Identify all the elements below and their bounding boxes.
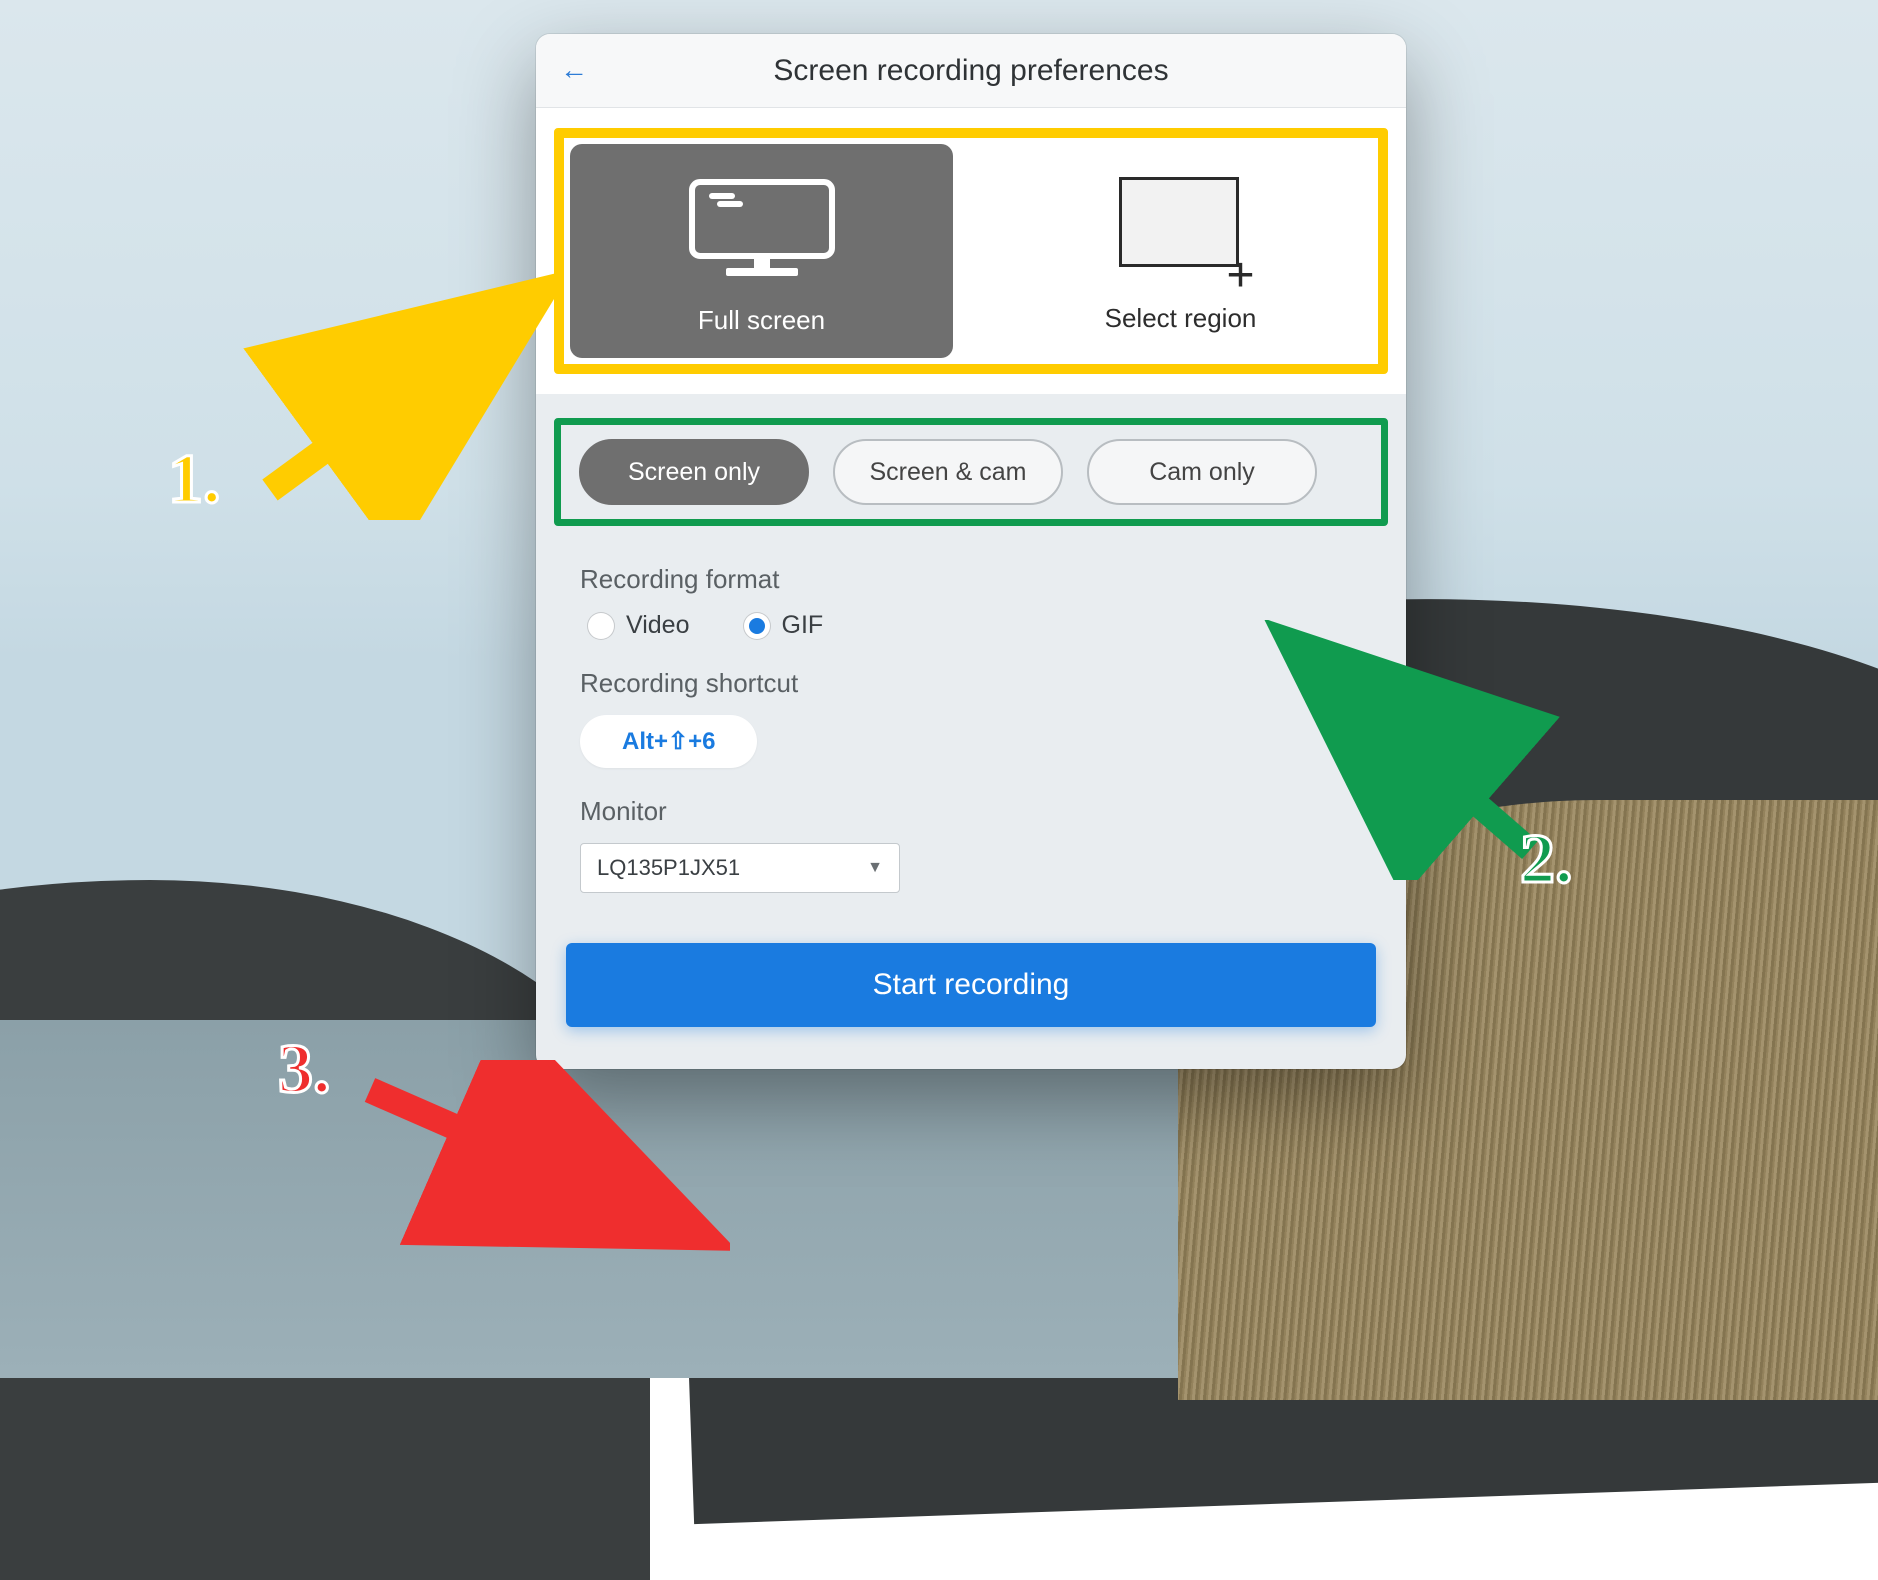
screen-recording-dialog: ← Screen recording preferences F	[536, 34, 1406, 1069]
format-video-label: Video	[626, 611, 690, 640]
chevron-down-icon: ▼	[867, 859, 883, 877]
capture-area-section: Full screen + Select region	[536, 108, 1406, 394]
annotation-arrow-3	[350, 1060, 730, 1260]
annotation-arrow-1	[240, 260, 560, 520]
dialog-header: ← Screen recording preferences	[536, 34, 1406, 108]
screen-only-label: Screen only	[628, 458, 760, 487]
shortcut-text: Alt+⇧+6	[622, 727, 715, 756]
highlight-box-1: Full screen + Select region	[554, 128, 1388, 374]
back-arrow-icon[interactable]: ←	[560, 56, 588, 84]
annotation-number-2: 2.	[1520, 820, 1573, 900]
full-screen-label: Full screen	[698, 305, 825, 336]
format-gif-radio[interactable]: GIF	[744, 611, 824, 640]
monitor-select[interactable]: LQ135P1JX51 ▼	[580, 843, 900, 893]
start-recording-button[interactable]: Start recording	[566, 943, 1376, 1027]
screen-and-cam-label: Screen & cam	[869, 458, 1026, 487]
annotation-arrow-2	[1260, 620, 1560, 880]
start-recording-label: Start recording	[873, 968, 1070, 1002]
select-region-option[interactable]: + Select region	[989, 144, 1372, 358]
radio-checked-icon	[744, 613, 770, 639]
cam-only-label: Cam only	[1149, 458, 1255, 487]
format-gif-label: GIF	[782, 611, 824, 640]
source-section: Screen only Screen & cam Cam only	[536, 394, 1406, 536]
monitor-icon	[682, 174, 842, 289]
cam-only-pill[interactable]: Cam only	[1087, 439, 1317, 505]
format-video-radio[interactable]: Video	[588, 611, 690, 640]
monitor-selected-value: LQ135P1JX51	[597, 855, 740, 881]
recording-shortcut-value[interactable]: Alt+⇧+6	[580, 715, 757, 768]
recording-format-label: Recording format	[580, 564, 1362, 595]
annotation-number-1: 1.	[168, 440, 221, 520]
region-icon: +	[1111, 177, 1251, 287]
screen-and-cam-pill[interactable]: Screen & cam	[833, 439, 1063, 505]
monitor-label: Monitor	[580, 796, 1362, 827]
recording-shortcut-label: Recording shortcut	[580, 668, 1362, 699]
screen-only-pill[interactable]: Screen only	[579, 439, 809, 505]
radio-icon	[588, 613, 614, 639]
dialog-title: Screen recording preferences	[564, 54, 1378, 88]
select-region-label: Select region	[1105, 303, 1257, 334]
recording-format-group: Video GIF	[580, 611, 1362, 640]
highlight-box-2: Screen only Screen & cam Cam only	[554, 418, 1388, 526]
full-screen-option[interactable]: Full screen	[570, 144, 953, 358]
annotation-number-3: 3.	[278, 1030, 331, 1110]
